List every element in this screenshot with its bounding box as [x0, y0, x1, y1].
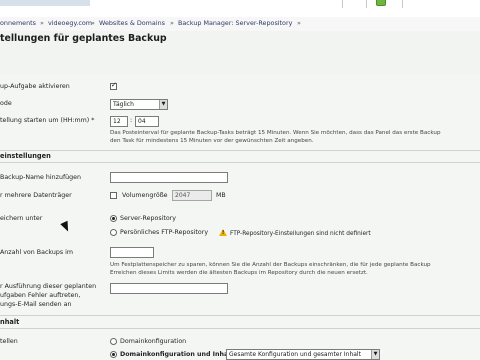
ftp-warning-text[interactable]: FTP-Repository-Einstellungen sind nicht …	[230, 231, 371, 237]
breadcrumb-item-websites[interactable]: Websites & Domains	[99, 19, 165, 27]
breadcrumb-separator: »	[297, 19, 301, 27]
mode-label: ode	[0, 100, 12, 107]
backup-count-label: Anzahl von Backups im	[0, 249, 74, 256]
activate-task-label: up-Aufgabe aktivieren	[0, 83, 70, 90]
breadcrumb-separator: »	[170, 19, 174, 27]
error-notify-label-line-1: r Ausführung dieser geplanten	[0, 283, 97, 290]
breadcrumb-separator: »	[40, 19, 44, 27]
save-label: tellen	[0, 338, 18, 345]
backup-count-hint-line-2: Erreichen dieses Limits werden die ältes…	[110, 270, 368, 276]
page-title: tellungen für geplantes Backup	[0, 33, 167, 44]
error-notify-label-line-3: ungs-E-Mail senden an	[0, 301, 72, 308]
breadcrumb-separator: »	[91, 19, 95, 27]
section-divider	[0, 315, 480, 316]
start-time-label: tellung starten um (HH:mm) *	[0, 117, 95, 124]
error-notify-label-line-2: ufgaben Fehler auftreten,	[0, 292, 81, 299]
activate-task-checkbox[interactable]	[110, 81, 117, 90]
section-divider	[0, 150, 480, 151]
hour-value: 12	[113, 118, 121, 125]
ftp-repository-label: Persönliches FTP-Repository	[120, 229, 209, 236]
top-tab-divider	[366, 0, 367, 8]
domain-config-radio[interactable]	[110, 338, 117, 345]
hour-input[interactable]: 12	[110, 116, 128, 127]
volume-size-input[interactable]: 2047	[172, 190, 212, 201]
server-repository-label: Server-Repository	[120, 215, 177, 222]
breadcrumb-item-backup-manager[interactable]: Backup Manager: Server-Repository	[178, 19, 292, 27]
volume-size-label: Volumengröße	[122, 192, 168, 199]
warning-icon	[219, 229, 227, 236]
backup-name-label: Backup-Name hinzufügen	[0, 174, 82, 181]
domain-config-content-radio[interactable]	[110, 351, 117, 358]
chevron-down-icon: ▼	[371, 350, 379, 359]
store-in-label: eichern unter	[0, 215, 43, 222]
multivolume-label: r mehrere Datenträger	[0, 192, 72, 199]
multivolume-checkbox[interactable]	[110, 192, 117, 199]
schedule-hint-line-1: Das Posteinterval für geplante Backup-Ta…	[110, 130, 441, 136]
mode-select[interactable]: Täglich ▼	[110, 99, 168, 110]
section-divider	[0, 162, 480, 163]
time-separator: :	[130, 117, 133, 124]
status-indicator-icon[interactable]	[376, 0, 386, 6]
ftp-repository-radio[interactable]	[110, 229, 117, 236]
volume-size-unit: MB	[216, 192, 226, 199]
backup-settings-heading: einstellungen	[0, 152, 51, 160]
backup-count-hint-line-1: Um Festplattenspeicher zu sparen, können…	[110, 262, 431, 268]
content-scope-select[interactable]: Gesamte Konfiguration und gesamter Inhal…	[226, 349, 380, 360]
schedule-hint-line-2: den Task für mindestens 15 Minuten vor d…	[110, 138, 314, 144]
domain-config-label: Domainkonfiguration	[120, 338, 187, 345]
domain-config-content-label: Domainkonfiguration und Inhalt	[120, 351, 234, 358]
top-tab-divider	[402, 0, 403, 8]
minute-value: 04	[138, 118, 146, 125]
minute-input[interactable]: 04	[135, 116, 159, 127]
mode-select-value: Täglich	[113, 101, 134, 108]
section-divider	[0, 328, 480, 329]
top-bar	[0, 0, 480, 17]
backup-name-input[interactable]	[110, 172, 228, 183]
chevron-down-icon: ▼	[159, 100, 167, 109]
breadcrumb-item-subscriptions[interactable]: onnements	[0, 19, 36, 27]
content-scope-value: Gesamte Konfiguration und gesamter Inhal…	[229, 351, 361, 358]
top-bar-edge	[0, 0, 90, 6]
content-heading: nhalt	[0, 318, 20, 326]
backup-count-input[interactable]	[110, 247, 154, 258]
top-tab-divider	[342, 0, 343, 8]
server-repository-radio[interactable]	[110, 215, 117, 222]
notification-email-input[interactable]	[110, 283, 228, 294]
breadcrumb-item-domain[interactable]: videoegy.com	[48, 19, 92, 27]
